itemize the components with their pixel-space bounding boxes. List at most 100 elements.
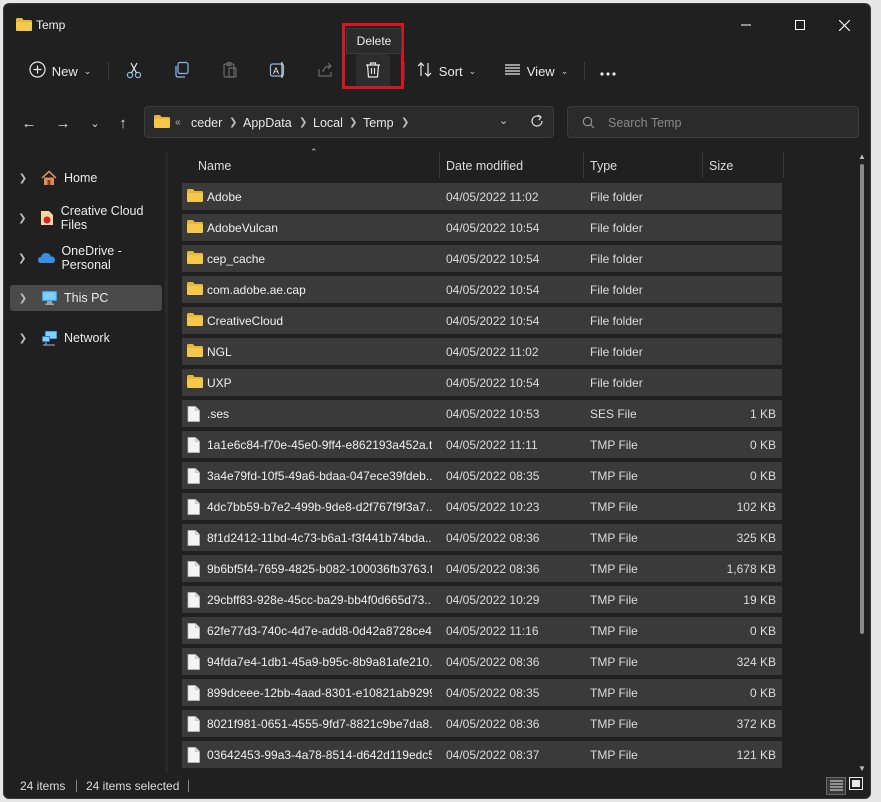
copy-button[interactable]: [166, 54, 198, 88]
folder-icon: [187, 251, 203, 266]
file-name: 8f1d2412-11bd-4c73-b6a1-f3f441b74bda....: [207, 531, 432, 545]
new-button[interactable]: New ⌄: [22, 54, 98, 88]
file-type: TMP File: [590, 624, 638, 638]
sort-button[interactable]: Sort ⌄: [412, 54, 480, 88]
file-type: TMP File: [590, 531, 638, 545]
vertical-scrollbar-thumb[interactable]: [860, 164, 864, 634]
column-type[interactable]: Type: [590, 159, 617, 173]
close-button[interactable]: [824, 12, 864, 38]
chevron-right-icon[interactable]: ❯: [16, 293, 30, 304]
file-row[interactable]: 8f1d2412-11bd-4c73-b6a1-f3f441b74bda....…: [182, 524, 782, 551]
sort-ascending-icon: ⌃: [310, 147, 318, 157]
sidebar-item-home[interactable]: ❯ Home: [10, 165, 162, 191]
file-size: 121 KB: [736, 748, 776, 762]
file-row[interactable]: UXP 04/05/2022 10:54 File folder: [182, 369, 782, 396]
status-bar: 24 items 24 items selected: [4, 772, 870, 798]
network-icon: [40, 330, 58, 346]
breadcrumb-local[interactable]: Local: [313, 116, 343, 130]
column-date-modified[interactable]: Date modified: [446, 159, 523, 173]
breadcrumb-temp[interactable]: Temp: [363, 116, 394, 130]
address-bar[interactable]: « ceder ❯ AppData ❯ Local ❯ Temp ❯ ⌄: [144, 106, 554, 138]
minimize-button[interactable]: [726, 12, 766, 38]
toolbar-divider: [584, 62, 585, 80]
scroll-up-icon[interactable]: ▲: [858, 152, 866, 161]
chevron-right-icon[interactable]: ❯: [16, 253, 28, 264]
file-row[interactable]: 1a1e6c84-f70e-45e0-9ff4-e862193a452a.t..…: [182, 431, 782, 458]
chevron-down-icon: ⌄: [560, 65, 569, 76]
rename-button[interactable]: A: [262, 54, 294, 88]
chevron-right-icon: ❯: [349, 117, 358, 128]
file-date-modified: 04/05/2022 08:37: [446, 748, 540, 762]
file-row[interactable]: AdobeVulcan 04/05/2022 10:54 File folder: [182, 214, 782, 241]
file-date-modified: 04/05/2022 10:53: [446, 407, 540, 421]
file-row[interactable]: NGL 04/05/2022 11:02 File folder: [182, 338, 782, 365]
file-row[interactable]: 62fe77d3-740c-4d7e-add8-0d42a8728ce4....…: [182, 617, 782, 644]
sidebar-item-network[interactable]: ❯ Network: [10, 325, 162, 351]
file-row[interactable]: 94fda7e4-1db1-45a9-b95c-8b9a81afe210....…: [182, 648, 782, 675]
details-view-button[interactable]: [826, 777, 846, 795]
more-icon: [599, 61, 617, 82]
file-name: 29cbff83-928e-45cc-ba29-bb4f0d665d73....: [207, 593, 432, 607]
sidebar-item-this-pc[interactable]: ❯ This PC: [10, 285, 162, 311]
file-icon: [187, 592, 203, 608]
column-divider[interactable]: [702, 152, 703, 178]
breadcrumb-overflow[interactable]: «: [175, 117, 181, 128]
file-type: TMP File: [590, 562, 638, 576]
file-size: 372 KB: [736, 717, 776, 731]
file-row[interactable]: Adobe 04/05/2022 11:02 File folder: [182, 183, 782, 210]
paste-button[interactable]: [214, 54, 246, 88]
file-date-modified: 04/05/2022 10:54: [446, 283, 540, 297]
column-divider[interactable]: [783, 152, 784, 178]
file-row[interactable]: 4dc7bb59-b7e2-499b-9de8-d2f767f9f3a7....…: [182, 493, 782, 520]
chevron-right-icon[interactable]: ❯: [16, 173, 30, 184]
up-button[interactable]: ↑: [110, 110, 136, 136]
window-title: Temp: [36, 18, 66, 32]
maximize-button[interactable]: [780, 12, 820, 38]
recent-locations-button[interactable]: ⌄: [82, 110, 108, 136]
chevron-right-icon[interactable]: ❯: [16, 333, 30, 344]
sidebar-item-creative-cloud-files[interactable]: ❯ Creative Cloud Files: [10, 204, 162, 232]
search-input[interactable]: Search Temp: [608, 116, 681, 130]
share-button[interactable]: [310, 54, 342, 88]
refresh-icon[interactable]: [529, 113, 545, 132]
forward-button[interactable]: →: [50, 110, 76, 136]
file-row[interactable]: com.adobe.ae.cap 04/05/2022 10:54 File fol…: [182, 276, 782, 303]
search-box[interactable]: Search Temp: [567, 106, 859, 138]
file-name: 4dc7bb59-b7e2-499b-9de8-d2f767f9f3a7....: [207, 500, 432, 514]
file-name: 3a4e79fd-10f5-49a6-bdaa-047ece39fdeb....: [207, 469, 432, 483]
file-row[interactable]: cep_cache 04/05/2022 10:54 File folder: [182, 245, 782, 272]
file-date-modified: 04/05/2022 08:36: [446, 655, 540, 669]
cut-button[interactable]: [118, 54, 150, 88]
more-options-button[interactable]: [592, 54, 624, 88]
address-history-dropdown[interactable]: ⌄: [499, 114, 508, 127]
svg-text:A: A: [273, 66, 279, 76]
file-row[interactable]: 29cbff83-928e-45cc-ba29-bb4f0d665d73....…: [182, 586, 782, 613]
column-divider[interactable]: [583, 152, 584, 178]
file-row[interactable]: CreativeCloud 04/05/2022 10:54 File folder: [182, 307, 782, 334]
file-row[interactable]: 8021f981-0651-4555-9fd7-8821c9be7da8....…: [182, 710, 782, 737]
item-count: 24 items: [20, 779, 66, 793]
scissors-icon: [125, 61, 143, 82]
file-row[interactable]: 03642453-99a3-4a78-8514-d642d119edc5....…: [182, 741, 782, 768]
file-type: TMP File: [590, 686, 638, 700]
breadcrumb-ceder[interactable]: ceder: [191, 116, 222, 130]
column-size[interactable]: Size: [709, 159, 733, 173]
file-row[interactable]: 899dceee-12bb-4aad-8301-e10821ab9299....…: [182, 679, 782, 706]
column-divider[interactable]: [439, 152, 440, 178]
folder-icon: [187, 344, 203, 359]
sort-label: Sort: [438, 63, 463, 79]
file-row[interactable]: 3a4e79fd-10f5-49a6-bdaa-047ece39fdeb....…: [182, 462, 782, 489]
back-button[interactable]: ←: [16, 110, 42, 136]
sidebar-item-onedrive[interactable]: ❯ OneDrive - Personal: [10, 244, 162, 272]
breadcrumb-appdata[interactable]: AppData: [243, 116, 292, 130]
view-button[interactable]: View ⌄: [500, 54, 572, 88]
large-icons-view-button[interactable]: [847, 777, 865, 793]
plus-circle-icon: [29, 61, 46, 81]
chevron-right-icon[interactable]: ❯: [16, 213, 29, 224]
file-row[interactable]: .ses 04/05/2022 10:53 SES File 1 KB: [182, 400, 782, 427]
column-name[interactable]: Name: [198, 159, 231, 173]
sidebar-item-label: Home: [64, 171, 98, 185]
file-icon: [187, 561, 203, 577]
sidebar-scrollbar[interactable]: [165, 152, 168, 772]
file-row[interactable]: 9b6bf5f4-7659-4825-b082-100036fb3763.t..…: [182, 555, 782, 582]
